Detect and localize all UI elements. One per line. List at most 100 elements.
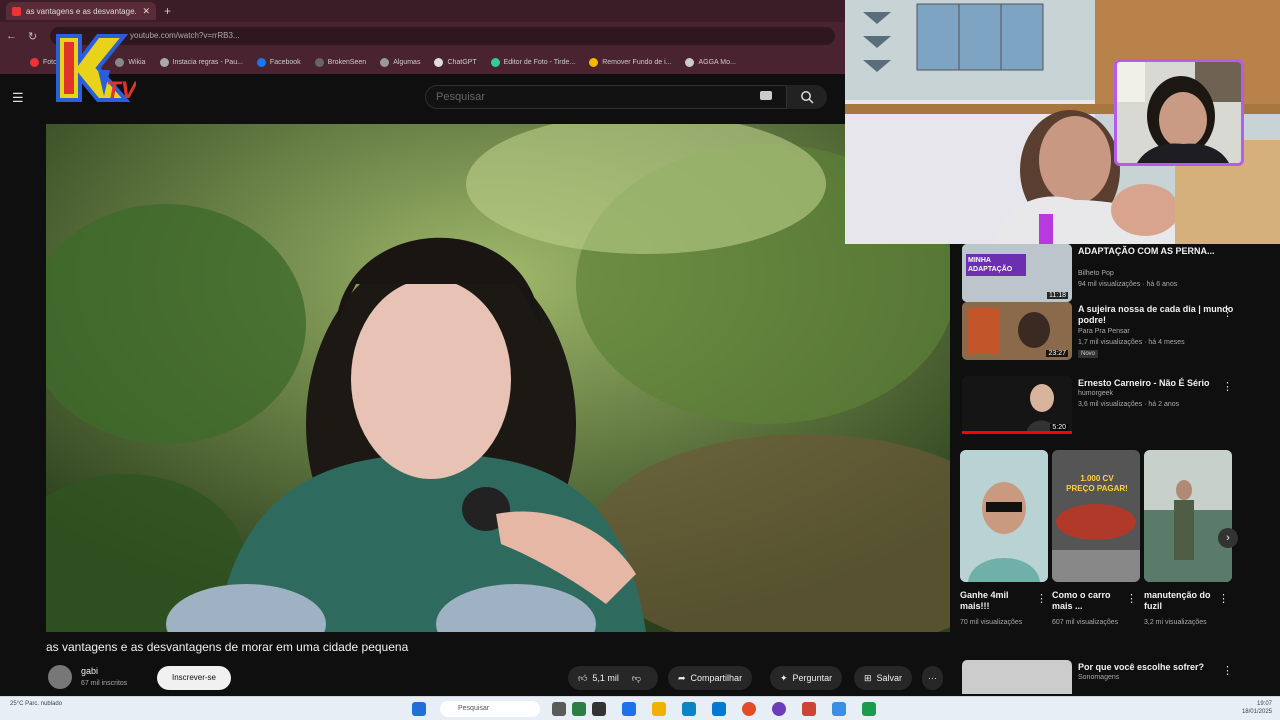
ask-button[interactable]: ✦ Perguntar <box>770 666 843 690</box>
short-title[interactable]: Ganhe 4mil mais!!! <box>960 590 1032 612</box>
short-art <box>960 450 1048 582</box>
ktv-logo: TV <box>56 34 136 104</box>
share-icon: ➦ <box>678 672 686 683</box>
channel-name[interactable]: humorgeek <box>1078 390 1113 397</box>
video-thumbnail[interactable]: 23:27 <box>962 302 1072 360</box>
url-field[interactable]: youtube.com/watch?v=rrRB3... <box>50 27 835 45</box>
video-title[interactable]: A sujeira nossa de cada dia | mundo podr… <box>1078 304 1238 326</box>
system-clock[interactable]: 19:07 18/01/2025 <box>1242 700 1272 716</box>
video-title[interactable]: ADAPTAÇÃO COM AS PERNA... <box>1078 246 1238 257</box>
video-title[interactable]: Ernesto Carneiro - Não É Sério <box>1078 378 1238 389</box>
more-options-icon[interactable]: ⋮ <box>1222 306 1233 319</box>
app-icon[interactable] <box>592 702 606 716</box>
reload-icon[interactable]: ↻ <box>28 30 40 43</box>
channel-name[interactable]: Para Pra Pensar <box>1078 328 1130 335</box>
chrome-profile-icon[interactable] <box>772 702 786 716</box>
back-icon[interactable]: ← <box>6 30 18 42</box>
more-options-icon[interactable]: ⋮ <box>1222 380 1233 393</box>
video-player[interactable] <box>46 124 950 632</box>
task-view-icon[interactable] <box>552 702 566 716</box>
recommendations-sidebar: MINHA ADAPTAÇÃO 11:18 ADAPTAÇÃO COM AS P… <box>958 244 1280 694</box>
more-options-icon[interactable]: ⋮ <box>1218 592 1229 605</box>
video-frame <box>46 124 950 632</box>
channel-name[interactable]: Sonomagens <box>1078 674 1119 681</box>
bookmark-item[interactable]: Editor de Foto - Tirde... <box>490 57 575 67</box>
short-views: 607 mil visualizações <box>1052 619 1119 626</box>
video-duration: 23:27 <box>1046 350 1068 357</box>
short-title[interactable]: manutenção do fuzil <box>1144 590 1216 612</box>
app-icon[interactable] <box>862 702 876 716</box>
facecam-frame <box>1117 62 1241 163</box>
channel-name[interactable]: gabi <box>81 666 98 676</box>
taskbar: 25°C Parc. nublado Pesquisar 19:07 18/01… <box>0 696 1280 720</box>
more-actions-button[interactable]: ··· <box>922 666 943 690</box>
youtube-favicon-icon <box>12 6 21 16</box>
bookmark-item[interactable]: Facebook <box>256 57 301 67</box>
bookmark-item[interactable]: Algumas <box>380 57 420 67</box>
video-thumbnail[interactable]: 5:20 <box>962 376 1072 434</box>
browser-tab-bar: as vantagens e as desvantage... ✕ + <box>0 0 845 22</box>
search-icon <box>801 91 814 104</box>
sparkle-icon: ✦ <box>780 672 788 683</box>
short-thumbnail[interactable] <box>1144 450 1232 582</box>
close-tab-icon[interactable]: ✕ <box>142 6 150 17</box>
edge-icon[interactable] <box>682 702 696 716</box>
short-views: 3,2 mi visualizações <box>1144 619 1207 626</box>
taskbar-search[interactable]: Pesquisar <box>440 701 540 717</box>
channel-name[interactable]: Bilheto Pop <box>1078 270 1114 277</box>
chatgpt-icon <box>434 57 444 67</box>
clock-time: 19:07 <box>1256 701 1272 707</box>
thumbs-down-icon[interactable]: 👎︎ <box>632 673 641 684</box>
new-tab-icon[interactable]: + <box>164 4 171 18</box>
short-thumbnail[interactable] <box>960 450 1048 582</box>
video-thumbnail[interactable] <box>962 660 1072 694</box>
bookmark-item[interactable]: BrokenSeen <box>314 57 366 67</box>
windows-start-icon[interactable] <box>412 702 426 716</box>
thumbs-up-icon[interactable]: 👍︎ <box>578 673 587 684</box>
chrome-icon[interactable] <box>742 702 756 716</box>
video-meta: 1,7 mil visualizações · há 4 meses <box>1078 339 1185 346</box>
recommended-video[interactable]: 5:20 Ernesto Carneiro - Não É Sério humo… <box>958 376 1280 438</box>
shorts-shelf: Ganhe 4mil mais!!! 70 mil visualizações … <box>958 450 1280 650</box>
keyboard-icon[interactable] <box>760 91 772 100</box>
search-button[interactable] <box>787 85 827 109</box>
more-options-icon[interactable]: ⋮ <box>1126 592 1137 605</box>
browser-tab[interactable]: as vantagens e as desvantage... ✕ <box>6 2 156 20</box>
save-label: Salvar <box>876 673 903 683</box>
short-views: 70 mil visualizações <box>960 619 1023 626</box>
more-options-icon[interactable]: ⋮ <box>1036 592 1047 605</box>
save-button[interactable]: ⊞ Salvar <box>854 666 913 690</box>
weather-widget[interactable]: 25°C Parc. nublado <box>10 700 62 708</box>
store-icon[interactable] <box>712 702 726 716</box>
bookmark-item[interactable]: Instacia regras - Pau... <box>159 57 243 67</box>
more-options-icon[interactable]: ⋮ <box>1222 664 1233 677</box>
recommended-video[interactable]: MINHA ADAPTAÇÃO 11:18 ADAPTAÇÃO COM AS P… <box>958 244 1280 306</box>
widgets-icon[interactable] <box>572 702 586 716</box>
more-icon: ··· <box>928 673 937 683</box>
short-title[interactable]: Como o carro mais ... <box>1052 590 1124 612</box>
facebook-icon <box>256 57 266 67</box>
short-thumbnail[interactable]: 1.000 CV PREÇO PAGAR! <box>1052 450 1140 582</box>
app-icon[interactable] <box>622 702 636 716</box>
short-art <box>1052 450 1140 582</box>
subscribe-button[interactable]: Inscrever-se <box>157 666 231 690</box>
file-explorer-icon[interactable] <box>652 702 666 716</box>
short-overlay-text: 1.000 CV PREÇO PAGAR! <box>1066 474 1128 493</box>
recommended-video[interactable]: 23:27 A sujeira nossa de cada dia | mund… <box>958 302 1280 364</box>
menu-icon[interactable]: ☰ <box>12 90 24 106</box>
chrome-profile-icon[interactable] <box>802 702 816 716</box>
bookmark-item[interactable]: ChatGPT <box>434 57 477 67</box>
video-thumbnail[interactable]: MINHA ADAPTAÇÃO 11:18 <box>962 244 1072 302</box>
bookmark-item[interactable]: Remover Fundo de i... <box>589 57 671 67</box>
app-icon[interactable] <box>832 702 846 716</box>
next-shorts-button[interactable]: › <box>1218 528 1238 548</box>
search-input[interactable]: Pesquisar <box>425 85 787 109</box>
recommended-video[interactable]: Por que você escolhe sofrer? Sonomagens … <box>958 660 1280 694</box>
share-button[interactable]: ➦ Compartilhar <box>668 666 753 690</box>
thumbnail-text: MINHA ADAPTAÇÃO <box>968 257 1013 273</box>
like-dislike-button[interactable]: 👍︎ 5,1 mil 👎︎ <box>568 666 658 690</box>
channel-avatar[interactable] <box>48 665 72 689</box>
video-title[interactable]: Por que você escolhe sofrer? <box>1078 662 1238 673</box>
bookmark-icon <box>490 57 500 67</box>
bookmark-item[interactable]: AGGA Mo... <box>685 57 736 67</box>
